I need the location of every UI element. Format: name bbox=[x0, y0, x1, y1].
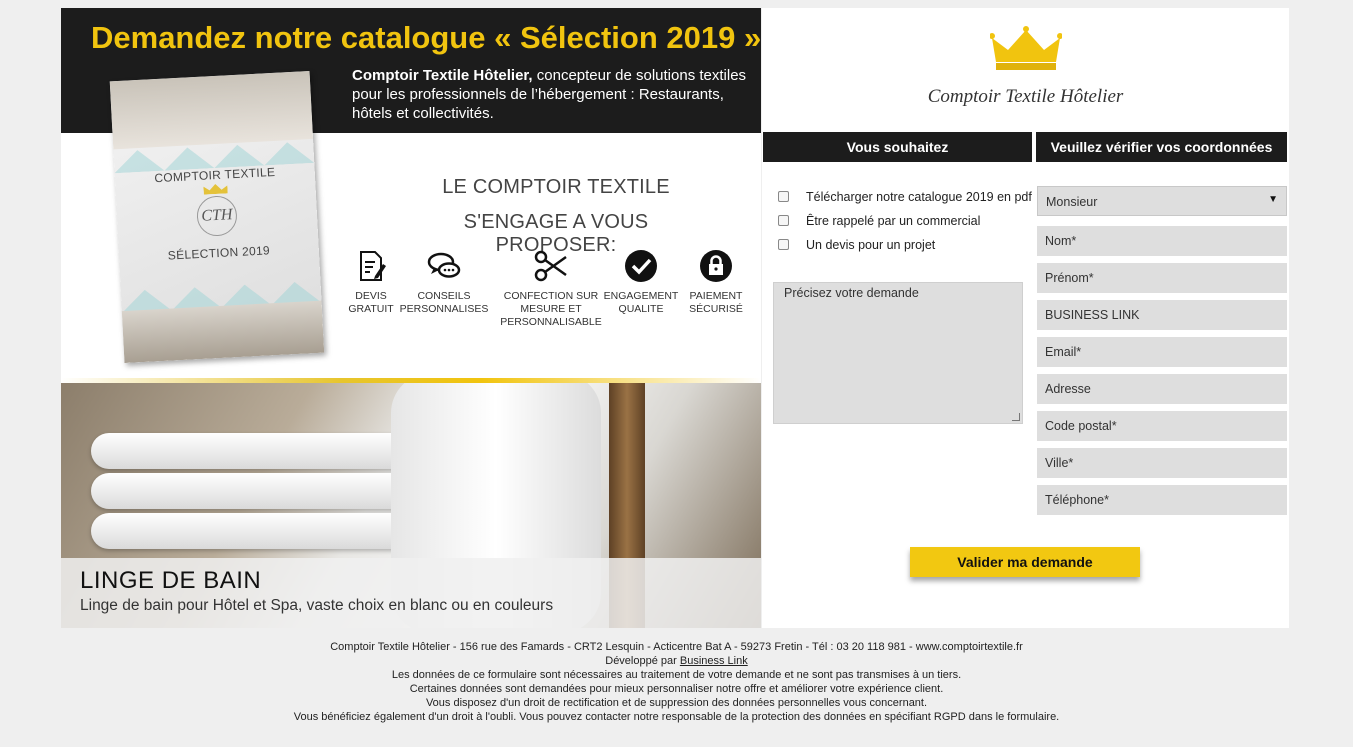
brochure-monogram: CTH bbox=[195, 194, 238, 238]
company-field[interactable]: BUSINESS LINK bbox=[1037, 300, 1287, 330]
checkbox[interactable] bbox=[778, 215, 789, 226]
field-placeholder: Ville* bbox=[1045, 456, 1074, 470]
request-details-textarea[interactable]: Précisez votre demande bbox=[773, 282, 1023, 424]
checkbox[interactable] bbox=[778, 191, 789, 202]
feature-label-line: PERSONNALISES bbox=[399, 303, 489, 315]
checkbox[interactable] bbox=[778, 239, 789, 250]
hero-title: Demandez notre catalogue « Sélection 201… bbox=[91, 20, 761, 55]
business-link-link[interactable]: Business Link bbox=[680, 655, 748, 667]
feature-label-line: CONFECTION SUR bbox=[503, 290, 599, 302]
feature-label: CONSEILS PERSONNALISES bbox=[399, 290, 489, 316]
textarea-placeholder: Précisez votre demande bbox=[784, 286, 919, 300]
feature-label-line: DEVIS bbox=[355, 290, 387, 302]
brochure-crown-icon bbox=[203, 183, 227, 194]
crown-logo-icon bbox=[990, 26, 1062, 70]
column-heading-request: Vous souhaitez bbox=[763, 132, 1032, 162]
column-heading-contact: Veuillez vérifier vos coordonnées bbox=[1036, 132, 1287, 162]
feature-label-line: PAIEMENT bbox=[689, 290, 743, 302]
dropdown-arrow-icon: ▼ bbox=[1268, 194, 1278, 205]
first-name-field[interactable]: Prénom* bbox=[1037, 263, 1287, 293]
field-value: BUSINESS LINK bbox=[1045, 308, 1140, 322]
footer-developed-prefix: Développé par bbox=[605, 655, 680, 667]
field-placeholder: Téléphone* bbox=[1045, 493, 1109, 507]
feature-label-line: PERSONNALISABLE bbox=[500, 316, 602, 328]
banner-subtitle: Linge de bain pour Hôtel et Spa, vaste c… bbox=[80, 597, 554, 614]
phone-field[interactable]: Téléphone* bbox=[1037, 485, 1287, 515]
scissors-icon bbox=[534, 250, 567, 282]
option-label: Télécharger notre catalogue 2019 en pdf bbox=[806, 190, 1032, 204]
feature-label-line: QUALITE bbox=[618, 303, 664, 315]
document-pen-icon bbox=[360, 251, 386, 281]
civility-select[interactable]: Monsieur ▼ bbox=[1037, 186, 1287, 216]
field-placeholder: Prénom* bbox=[1045, 271, 1094, 285]
email-field[interactable]: Email* bbox=[1037, 337, 1287, 367]
footer-legal-line: Vous disposez d'un droit de rectificatio… bbox=[425, 697, 928, 709]
city-field[interactable]: Ville* bbox=[1037, 448, 1287, 478]
field-placeholder: Adresse bbox=[1045, 382, 1091, 396]
feature-label-line: GRATUIT bbox=[348, 303, 394, 315]
postal-code-field[interactable]: Code postal* bbox=[1037, 411, 1287, 441]
promo-panel: Demandez notre catalogue « Sélection 201… bbox=[61, 8, 761, 628]
last-name-field[interactable]: Nom* bbox=[1037, 226, 1287, 256]
feature-label: PAIEMENT SÉCURISÉ bbox=[671, 290, 761, 316]
footer: Comptoir Textile Hôtelier - 156 rue des … bbox=[0, 640, 1353, 724]
footer-legal-line: Vous bénéficiez également d'un droit à l… bbox=[293, 711, 1060, 723]
option-label: Être rappelé par un commercial bbox=[806, 214, 981, 228]
catalogue-brochure-image: COMPTOIR TEXTILE CTH SÉLECTION 2019 bbox=[109, 70, 325, 364]
banner-caption: LINGE DE BAIN Linge de bain pour Hôtel e… bbox=[61, 558, 761, 628]
resize-grip-icon[interactable] bbox=[1012, 413, 1020, 421]
chat-bubbles-icon bbox=[427, 252, 461, 278]
features-row: DEVIS GRATUIT CONSEILS PERSONNALISES CON… bbox=[341, 248, 751, 348]
footer-legal-line: Certaines données sont demandées pour mi… bbox=[409, 683, 944, 695]
field-placeholder: Email* bbox=[1045, 345, 1082, 359]
feature-paiement: PAIEMENT SÉCURISÉ bbox=[671, 248, 761, 316]
form-panel: Comptoir Textile Hôtelier Vous souhaitez… bbox=[762, 8, 1289, 628]
feature-conseils: CONSEILS PERSONNALISES bbox=[399, 248, 489, 316]
footer-address: Comptoir Textile Hôtelier - 156 rue des … bbox=[330, 641, 1023, 653]
submit-button[interactable]: Valider ma demande bbox=[910, 547, 1140, 577]
feature-label-line: CONSEILS bbox=[417, 290, 471, 302]
feature-label-line: ENGAGEMENT bbox=[603, 290, 679, 302]
field-placeholder: Nom* bbox=[1045, 234, 1077, 248]
check-circle-icon bbox=[625, 250, 657, 282]
footer-developed-by: Développé par Business Link bbox=[0, 654, 1353, 668]
feature-confection: CONFECTION SUR MESURE ET PERSONNALISABLE bbox=[496, 248, 606, 329]
feature-label-line: MESURE ET bbox=[520, 303, 582, 315]
feature-label: CONFECTION SUR MESURE ET PERSONNALISABLE bbox=[496, 290, 606, 329]
banner-title: LINGE DE BAIN bbox=[80, 567, 262, 594]
brand-logo-text: Comptoir Textile Hôtelier bbox=[927, 86, 1124, 107]
address-field[interactable]: Adresse bbox=[1037, 374, 1287, 404]
engage-title-line1: LE COMPTOIR TEXTILE bbox=[442, 176, 670, 198]
brochure-subtitle: SÉLECTION 2019 bbox=[167, 243, 271, 263]
brochure-photo-bottom bbox=[121, 300, 325, 364]
footer-legal-line: Les données de ce formulaire sont nécess… bbox=[391, 669, 962, 681]
feature-label-line: SÉCURISÉ bbox=[689, 303, 743, 315]
brochure-photo-top bbox=[109, 70, 314, 150]
field-placeholder: Code postal* bbox=[1045, 419, 1117, 433]
civility-value: Monsieur bbox=[1046, 195, 1098, 209]
hero-description: Comptoir Textile Hôtelier, concepteur de… bbox=[352, 66, 752, 123]
lock-circle-icon bbox=[700, 250, 732, 282]
hero-brand: Comptoir Textile Hôtelier, bbox=[352, 67, 533, 84]
option-label: Un devis pour un projet bbox=[806, 238, 936, 252]
